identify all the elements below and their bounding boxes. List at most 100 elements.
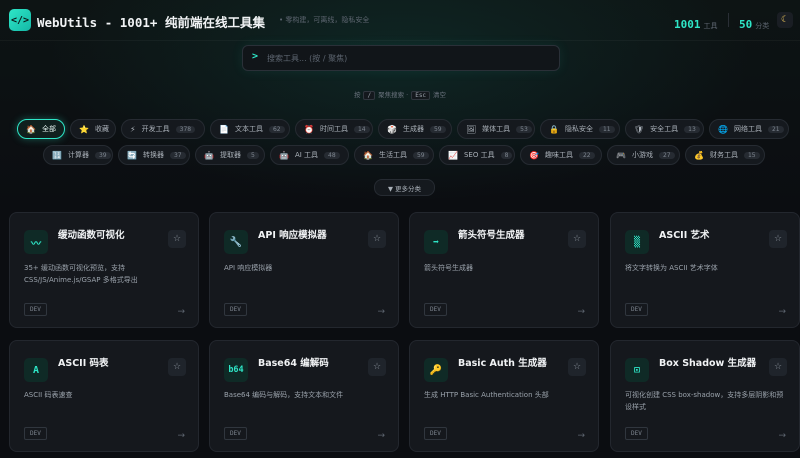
category-count: 378 <box>175 125 196 133</box>
category-count: 59 <box>429 125 446 133</box>
wrench-icon: 🔧 <box>224 230 248 254</box>
category-finance[interactable]: 💰 财务工具 15 <box>685 145 765 165</box>
star-icon[interactable]: ☆ <box>168 230 186 248</box>
category-network[interactable]: 🌐 网络工具 21 <box>709 119 789 139</box>
category-count: 48 <box>324 151 340 159</box>
hint-text-pre: 按 <box>353 91 361 99</box>
moon-icon[interactable]: ☾ <box>777 12 793 28</box>
category-mini-games[interactable]: 🎮 小游戏 27 <box>607 145 680 165</box>
robot-icon: 🤖 <box>279 150 289 160</box>
tool-card-ascii-table[interactable]: A ASCII 码表 ☆ ASCII 码表速查 DEV → <box>9 340 199 452</box>
category-dev-tools[interactable]: ⚡ 开发工具 378 <box>121 119 205 139</box>
tools-count-label: 工具 <box>703 22 718 30</box>
tool-card-description: 生成 HTTP Basic Authentication 头部 <box>424 391 549 399</box>
category-security[interactable]: 🛡 安全工具 13 <box>625 119 704 139</box>
category-media-tools[interactable]: 🖼 媒体工具 53 <box>457 119 535 139</box>
category-generators[interactable]: 🎲 生成器 59 <box>378 119 452 139</box>
site-title-cn: 纯前端在线工具集 <box>164 15 265 30</box>
category-all[interactable]: 🏠 全部 <box>17 119 65 139</box>
arrow-right-icon[interactable]: → <box>577 431 585 441</box>
category-label: 生成器 <box>402 125 424 133</box>
tool-card-title: API 响应模拟器 <box>258 230 327 241</box>
search-input[interactable] <box>265 49 549 67</box>
category-count: 22 <box>578 151 595 159</box>
tool-card-title: Box Shadow 生成器 <box>659 358 757 369</box>
chart-icon: 📈 <box>448 150 458 160</box>
category-time-tools[interactable]: ⏰ 时间工具 14 <box>295 119 373 139</box>
star-icon[interactable]: ☆ <box>769 358 787 376</box>
keyboard-hints: 按 / 聚焦搜索 · Esc 清空 <box>0 89 800 100</box>
category-favorites[interactable]: ⭐ 收藏 <box>70 119 116 139</box>
tool-card-title: 箭头符号生成器 <box>458 230 525 241</box>
arrow-right-icon[interactable]: → <box>177 431 185 441</box>
tool-card-description: Base64 编码与解码，支持文本和文件 <box>224 391 344 399</box>
tool-card-ascii-art[interactable]: ▒ ASCII 艺术 ☆ 将文字转换为 ASCII 艺术字体 DEV → <box>610 212 800 328</box>
category-calculators[interactable]: 🔢 计算器 39 <box>43 145 113 165</box>
category-label: 文本工具 <box>234 125 263 133</box>
star-icon[interactable]: ☆ <box>769 230 787 248</box>
category-ai-tools[interactable]: 🤖 AI 工具 48 <box>270 145 349 165</box>
globe-icon: 🌐 <box>718 124 728 134</box>
tool-card-tag: DEV <box>625 303 648 316</box>
tool-card-description: 将文字转换为 ASCII 艺术字体 <box>625 264 718 272</box>
key-icon: 🔑 <box>424 358 448 382</box>
category-label: 隐私安全 <box>564 125 593 133</box>
category-count: 27 <box>658 151 675 159</box>
tool-card-description: ASCII 码表速查 <box>24 391 73 399</box>
tool-card-description: API 响应模拟器 <box>224 264 273 272</box>
tool-card-description: 可视化创建 CSS box-shadow，支持多层阴影和预设样式 <box>625 391 784 411</box>
star-icon[interactable]: ☆ <box>368 358 386 376</box>
tool-card-api-mock[interactable]: 🔧 API 响应模拟器 ☆ API 响应模拟器 DEV → <box>209 212 399 328</box>
money-bag-icon: 💰 <box>694 150 704 160</box>
search-box[interactable]: > <box>242 45 560 71</box>
refresh-icon: 🔄 <box>127 150 137 160</box>
category-label: 计算器 <box>67 151 89 159</box>
tools-count: 1001 <box>674 18 701 31</box>
hint-key-esc: Esc <box>411 91 431 100</box>
tool-card-base64[interactable]: b64 Base64 编解码 ☆ Base64 编码与解码，支持文本和文件 DE… <box>209 340 399 452</box>
arrow-right-icon[interactable]: → <box>377 431 385 441</box>
category-seo-tools[interactable]: 📈 SEO 工具 8 <box>439 145 515 165</box>
tool-card-tag: DEV <box>224 303 247 316</box>
shield-icon: 🛡 <box>634 124 645 134</box>
prompt-icon: > <box>252 51 259 62</box>
star-icon[interactable]: ☆ <box>568 358 586 376</box>
letter-a-icon: A <box>24 358 48 382</box>
category-converters[interactable]: 🔄 转换器 37 <box>118 145 190 165</box>
category-count: 13 <box>684 125 700 133</box>
arrow-right-icon[interactable]: → <box>778 307 786 317</box>
more-categories-button[interactable]: ▼ 更多分类 <box>374 179 435 196</box>
category-fun-tools[interactable]: 🎯 趣味工具 22 <box>520 145 602 165</box>
tool-card-title: Base64 编解码 <box>258 358 329 369</box>
category-privacy[interactable]: 🔒 隐私安全 11 <box>540 119 620 139</box>
arrow-right-icon[interactable]: → <box>577 307 585 317</box>
arrow-right-icon[interactable]: → <box>377 307 385 317</box>
tool-card-basic-auth[interactable]: 🔑 Basic Auth 生成器 ☆ 生成 HTTP Basic Authent… <box>409 340 599 452</box>
category-count: 21 <box>767 125 784 133</box>
category-count: 53 <box>516 125 532 133</box>
tool-card-tag: DEV <box>224 427 247 440</box>
star-icon[interactable]: ☆ <box>168 358 186 376</box>
category-label: 财务工具 <box>709 151 738 159</box>
site-title[interactable]: WebUtils - 1001+ 纯前端在线工具集 <box>37 12 265 31</box>
star-icon[interactable]: ☆ <box>568 230 586 248</box>
tool-card-tag: DEV <box>24 303 47 316</box>
lock-icon: 🔒 <box>549 124 559 134</box>
tool-card-box-shadow[interactable]: ⊡ Box Shadow 生成器 ☆ 可视化创建 CSS box-shadow，… <box>610 340 800 452</box>
tool-card-easing-visualizer[interactable]: 〰 缓动函数可视化 ☆ 35+ 缓动函数可视化预览，支持 CSS/JS/Anim… <box>9 212 199 328</box>
category-label: 生活工具 <box>378 151 407 159</box>
code-logo-icon[interactable]: </> <box>9 9 31 31</box>
star-icon[interactable]: ☆ <box>368 230 386 248</box>
category-life-tools[interactable]: 🏠 生活工具 59 <box>354 145 434 165</box>
category-label: 安全工具 <box>650 125 679 133</box>
tool-card-title: Basic Auth 生成器 <box>458 358 547 369</box>
category-text-tools[interactable]: 📄 文本工具 62 <box>210 119 290 139</box>
category-extractors[interactable]: 🤖 提取器 5 <box>195 145 265 165</box>
tool-card-arrow-symbols[interactable]: ➡ 箭头符号生成器 ☆ 箭头符号生成器 DEV → <box>409 212 599 328</box>
category-count: 8 <box>500 151 513 159</box>
arrow-right-icon[interactable]: → <box>177 307 185 317</box>
category-count: 5 <box>246 151 259 159</box>
base64-icon: b64 <box>224 358 248 382</box>
arrow-right-icon[interactable]: → <box>778 431 786 441</box>
tool-card-tag: DEV <box>424 303 447 316</box>
